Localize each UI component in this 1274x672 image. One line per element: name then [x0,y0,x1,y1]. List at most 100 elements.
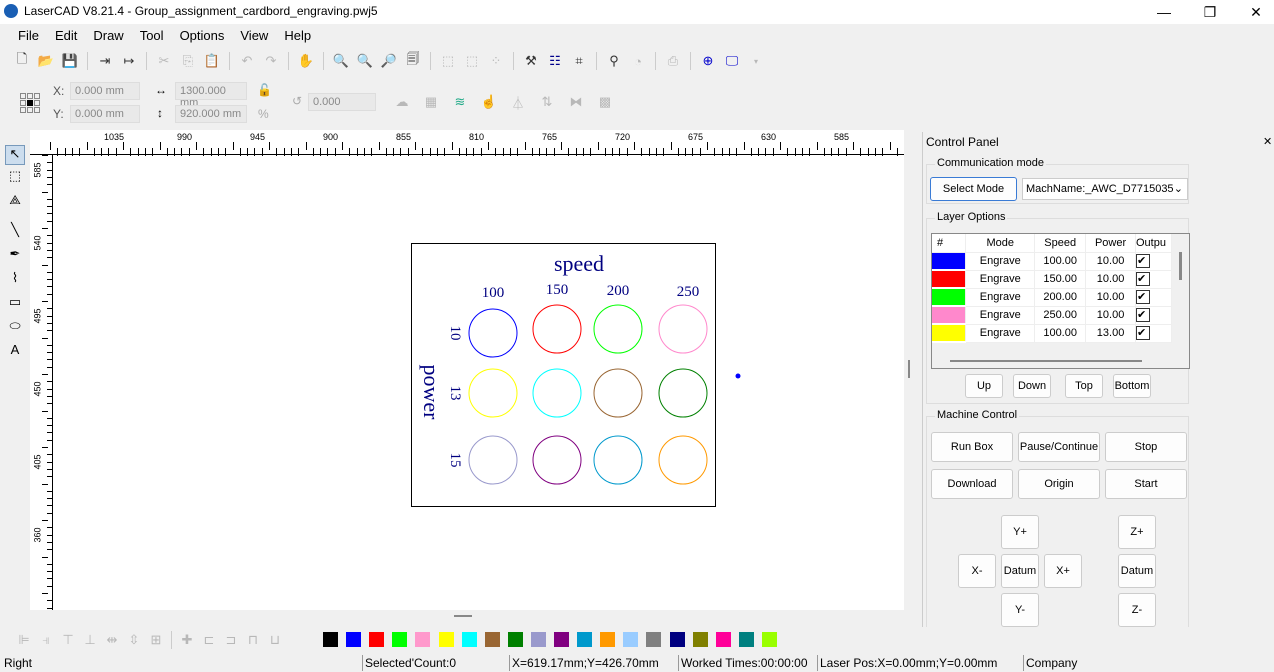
palette-color-swatch[interactable] [738,632,754,647]
text-tool-icon[interactable]: A [5,342,25,362]
center-icon[interactable]: ✚ [177,630,197,650]
menu-draw[interactable]: Draw [90,26,126,45]
layer-color-swatch[interactable] [932,252,967,271]
palette-color-swatch[interactable] [484,632,500,647]
align-left-icon[interactable]: ⊫ [14,630,34,650]
layer-row[interactable]: Engrave 100.00 10.00 ✔ [932,252,1172,271]
palette-color-swatch[interactable] [392,632,408,647]
z-plus-button[interactable]: Z+ [1118,515,1156,549]
bitmap-icon[interactable]: ▩ [595,92,615,112]
cut-icon[interactable]: ✂ [154,51,174,71]
y-plus-button[interactable]: Y+ [1001,515,1039,549]
vertical-scrollbar[interactable] [904,130,918,610]
zoom-selection-icon[interactable]: 🔎 [379,51,399,71]
maximize-button[interactable]: ❐ [1190,2,1230,22]
monitor-icon[interactable]: 🖵 [722,51,742,71]
same-height-icon[interactable]: ⊐ [221,630,241,650]
output-icon[interactable]: ⎙ [663,51,683,71]
hammer-icon[interactable]: ⚒ [521,51,541,71]
line-tool-icon[interactable]: ╲ [5,222,25,242]
palette-color-swatch[interactable] [415,632,431,647]
palette-color-swatch[interactable] [438,632,454,647]
rotation-field[interactable]: 0.000 [308,93,376,111]
x-minus-button[interactable]: X- [958,554,996,588]
same-width-icon[interactable]: ⊏ [199,630,219,650]
start-button[interactable]: Start [1105,469,1187,499]
y-minus-button[interactable]: Y- [1001,593,1039,627]
layer-hscroll[interactable] [950,360,1142,362]
menu-edit[interactable]: Edit [52,26,80,45]
palette-color-swatch[interactable] [600,632,616,647]
layer-color-swatch[interactable] [932,288,967,307]
pause-continue-button[interactable]: Pause/Continue [1018,432,1100,462]
ellipse-tool-icon[interactable]: ⬭ [5,318,25,338]
z-minus-button[interactable]: Z- [1118,593,1156,627]
align-center-icon[interactable]: ⧓ [566,92,586,112]
group-icon[interactable]: ⬚ [438,51,458,71]
mirror-horizontal-icon[interactable]: ⏃ [508,92,528,112]
menu-view[interactable]: View [237,26,271,45]
layer-output-checkbox[interactable]: ✔ [1136,308,1150,322]
layer-down-button[interactable]: Down [1013,374,1051,398]
drawing-canvas[interactable] [30,130,904,610]
layer-bottom-button[interactable]: Bottom [1113,374,1151,398]
x-plus-button[interactable]: X+ [1044,554,1082,588]
laser-target-icon[interactable]: ⊕ [698,51,718,71]
align-hcenter-icon[interactable]: ⇹ [102,630,122,650]
copy-icon[interactable]: ⎘ [178,51,198,71]
align-right-icon[interactable]: ⫣ [36,630,56,650]
height-field[interactable]: 920.000 mm [175,105,247,123]
horizontal-scrollbar[interactable] [30,610,904,622]
layer-output-checkbox[interactable]: ✔ [1136,254,1150,268]
palette-color-swatch[interactable] [554,632,569,647]
minimize-button[interactable]: — [1144,2,1184,22]
select-tool-icon[interactable]: ↖ [5,145,25,165]
array-icon[interactable]: ☷ [545,51,565,71]
datum-button[interactable]: Datum [1001,554,1039,588]
align-top-icon[interactable]: ⊤ [58,630,78,650]
layer-row[interactable]: Engrave 200.00 10.00 ✔ [932,288,1172,307]
align-vcenter-icon[interactable]: ⇳ [124,630,144,650]
align-center-icon[interactable]: ⊞ [146,630,166,650]
layer-vscroll[interactable] [1179,252,1182,280]
polyline-tool-icon[interactable]: ⌇ [5,270,25,290]
download-button[interactable]: Download [931,469,1013,499]
x-position-field[interactable]: 0.000 mm [70,82,140,100]
palette-color-swatch[interactable] [507,632,523,647]
import-icon[interactable]: ⇥ [95,51,115,71]
layer-output-checkbox[interactable]: ✔ [1136,290,1150,304]
pan-hand-icon[interactable]: ✋ [296,51,316,71]
new-file-icon[interactable]: 🗋 [12,51,32,71]
palette-color-swatch[interactable] [761,632,777,647]
menu-help[interactable]: Help [281,26,314,45]
layer-output-checkbox[interactable]: ✔ [1136,272,1150,286]
palette-color-swatch[interactable] [715,632,731,647]
pen-tool-icon[interactable]: ✒ [5,246,25,266]
zoom-page-icon[interactable]: 🗐 [403,51,423,71]
y-position-field[interactable]: 0.000 mm [70,105,140,123]
cut-order-icon[interactable]: ◔ [628,51,648,71]
machine-select[interactable]: MachName:_AWC_D7715035 ⌄ [1022,178,1188,200]
weld-icon[interactable]: ☁ [392,92,412,112]
stop-button[interactable]: Stop [1105,432,1187,462]
node-edit-icon[interactable]: ⌗ [569,51,589,71]
rectangle-tool-icon[interactable]: ▭ [5,294,25,314]
path-icon[interactable]: ⚲ [604,51,624,71]
palette-color-swatch[interactable] [623,632,639,647]
ungroup-icon[interactable]: ⬚ [462,51,482,71]
delete-nodes-icon[interactable]: ⁘ [486,51,506,71]
same-size-icon[interactable]: ⊓ [243,630,263,650]
layers-icon[interactable]: ≋ [450,92,470,112]
layer-row[interactable]: Engrave 250.00 10.00 ✔ [932,306,1172,325]
hand-tool-icon[interactable]: ☝ [479,92,499,112]
select-mode-button[interactable]: Select Mode [930,177,1017,201]
lock-ratio-icon[interactable]: 🔓 [257,83,272,97]
palette-color-swatch[interactable] [669,632,685,647]
distribute-icon[interactable]: ⊔ [265,630,285,650]
run-box-button[interactable]: Run Box [931,432,1013,462]
export-icon[interactable]: ↦ [119,51,139,71]
layer-color-swatch[interactable] [932,306,967,325]
paste-icon[interactable]: 📋 [202,51,222,71]
palette-color-swatch[interactable] [323,632,338,647]
node-select-icon[interactable]: ⬚ [5,168,25,188]
